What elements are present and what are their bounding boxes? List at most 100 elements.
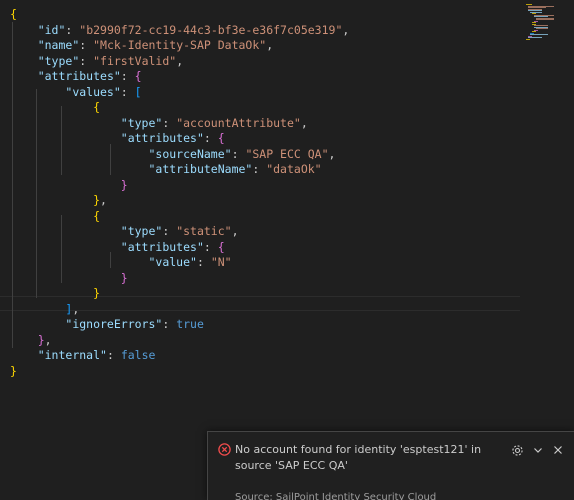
code-token: "type" [120,224,163,238]
code-token: { [134,69,142,83]
code-token: { [217,239,225,254]
code-token: { [10,7,17,21]
code-line: "ignoreErrors": true [10,317,204,332]
vertical-scrollbar[interactable] [563,0,574,430]
code-token: : [106,348,121,362]
code-line: ], [10,302,79,317]
code-line: "type": "firstValid", [10,54,183,69]
code-token: } [93,193,101,207]
code-line: { [10,100,100,115]
code-token: [ [134,84,142,99]
code-token: , [342,22,350,37]
code-line: "sourceName": "SAP ECC QA", [10,147,335,162]
code-token: true [176,317,204,331]
gear-icon[interactable] [509,442,525,458]
code-token: "N" [210,255,232,269]
code-token: { [217,131,225,145]
code-token: "sourceName" [148,146,232,161]
code-token: { [93,100,101,114]
code-token: "internal" [37,348,107,362]
minimap-line [528,37,542,38]
code-token: : [196,255,211,269]
code-line: "attributes": { [10,240,225,255]
code-token: } [37,332,45,347]
code-line: "id": "b2990f72-cc19-44c3-bf3e-e36f7c05e… [10,22,350,38]
code-token: "static" [176,224,232,238]
code-line: } [10,286,100,301]
code-token: } [120,177,128,192]
code-token: , [300,115,308,130]
code-token: "attributes" [120,131,204,145]
code-token: : [252,162,267,176]
code-line: "type": "accountAttribute", [10,116,308,131]
code-token: } [10,363,17,378]
notification-source: Source: SailPoint Identity Security Clou… [235,492,437,500]
code-line: } [10,271,128,286]
code-token: : [65,22,80,37]
close-icon[interactable] [550,442,566,458]
code-token: "attributes" [37,69,121,83]
code-token: : [231,146,246,161]
code-token: , [328,146,336,161]
code-token: : [162,317,177,331]
code-token: false [120,348,156,362]
minimap-line [536,19,554,20]
code-token: , [44,332,52,347]
code-token: "dataOk" [266,162,322,176]
code-line: "attributes": { [10,131,225,146]
notification-message: No account found for identity 'esptest12… [235,443,482,472]
code-token: "firstValid" [93,53,177,68]
code-token: "attributes" [120,239,204,254]
minimap-line [530,34,548,35]
code-line: { [10,7,17,22]
code-token: , [231,224,239,238]
code-token: "values" [65,84,121,99]
code-line: "values": [ [10,84,142,100]
code-token: : [203,131,218,145]
code-line: }, [10,333,52,348]
code-token: : [162,224,177,238]
code-line: "attributeName": "dataOk" [10,162,322,177]
code-token: "value" [148,255,197,269]
code-token: "type" [120,115,163,130]
code-line: "type": "static", [10,224,239,239]
code-line: } [10,178,128,193]
code-token: "SAP ECC QA" [245,146,329,161]
code-token: : [120,84,135,99]
code-token: "Mck-Identity-SAP DataOk" [93,38,267,52]
code-token: "ignoreErrors" [65,317,163,331]
code-token: "id" [37,22,66,37]
code-token: "b2990f72-cc19-44c3-bf3e-e36f7c05e319" [79,22,343,37]
code-line: } [10,364,17,379]
chevron-down-icon[interactable] [530,442,546,458]
code-editor[interactable]: { "id": "b2990f72-cc19-44c3-bf3e-e36f7c0… [0,0,574,500]
code-token: "name" [37,38,80,52]
code-token: : [79,38,94,52]
code-line: }, [10,193,107,208]
minimap[interactable] [522,0,562,40]
code-line: "internal": false [10,348,156,363]
code-token: { [93,208,101,223]
code-line: "value": "N" [10,255,232,270]
